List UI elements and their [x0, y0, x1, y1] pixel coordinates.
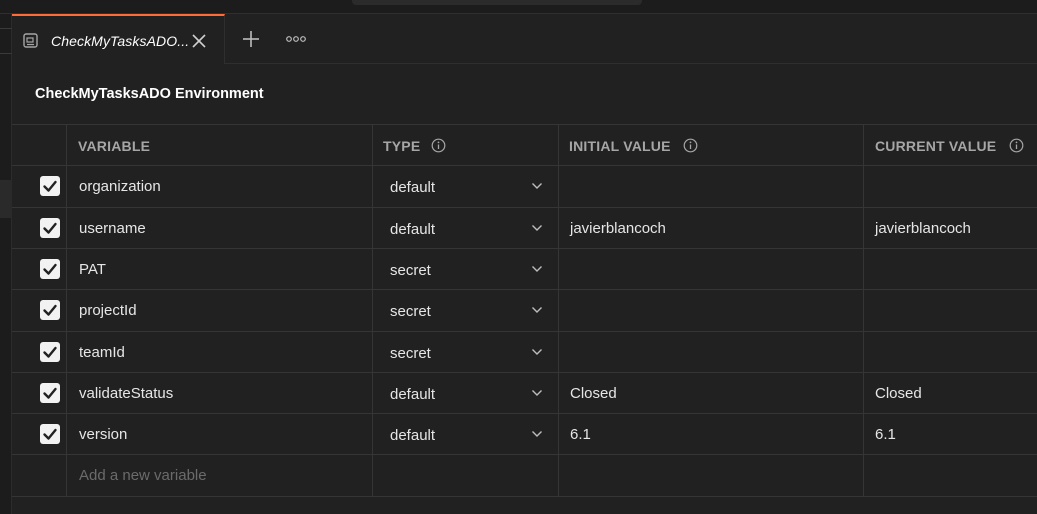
environment-icon — [23, 33, 38, 48]
new-variable-input[interactable]: Add a new variable — [67, 455, 372, 496]
variable-name[interactable]: username — [79, 220, 146, 237]
table-border — [12, 496, 1037, 497]
table-row: version default 6.1 6.1 — [12, 414, 1037, 455]
checkmark-icon — [43, 346, 57, 358]
sidebar-item[interactable] — [0, 28, 12, 54]
info-icon[interactable] — [431, 138, 446, 153]
current-value-field[interactable] — [864, 332, 1037, 373]
type-value: default — [390, 427, 436, 444]
current-value: Closed — [875, 385, 922, 402]
environment-title[interactable]: CheckMyTasksADO Environment — [35, 86, 264, 102]
initial-value-field[interactable] — [559, 290, 863, 331]
type-value: default — [390, 179, 436, 196]
enabled-checkbox[interactable] — [40, 383, 60, 403]
title-strip — [0, 0, 1037, 14]
chevron-down-icon — [532, 431, 542, 437]
type-value: secret — [390, 262, 431, 279]
chevron-down-icon — [532, 390, 542, 396]
type-value: secret — [390, 303, 431, 320]
current-value: 6.1 — [875, 426, 896, 443]
tab-bar: CheckMyTasksADO... — [12, 14, 1037, 64]
tab-environment[interactable]: CheckMyTasksADO... — [12, 14, 225, 64]
table-row: PAT secret — [12, 249, 1037, 290]
checkmark-icon — [43, 428, 57, 440]
new-variable-row: Add a new variable — [12, 455, 1037, 496]
info-icon[interactable] — [1009, 138, 1024, 153]
initial-value-field[interactable] — [559, 249, 863, 290]
checkmark-icon — [43, 180, 57, 192]
checkmark-icon — [43, 263, 57, 275]
chevron-down-icon — [532, 183, 542, 189]
environment-editor: CheckMyTasksADO... CheckMyTasksADO Envir… — [0, 0, 1037, 514]
initial-value-field[interactable]: 6.1 — [559, 414, 863, 455]
search-bar-edge[interactable] — [352, 0, 642, 5]
current-value: javierblancoch — [875, 220, 971, 237]
variable-name[interactable]: PAT — [79, 261, 106, 278]
column-header-current-value: CURRENT VALUE — [875, 138, 997, 154]
type-select[interactable]: secret — [373, 332, 558, 373]
type-select[interactable]: default — [373, 373, 558, 414]
column-header-type: TYPE — [383, 138, 421, 154]
enabled-checkbox[interactable] — [40, 300, 60, 320]
enabled-checkbox[interactable] — [40, 342, 60, 362]
chevron-down-icon — [532, 349, 542, 355]
table-border — [12, 124, 1037, 125]
enabled-checkbox[interactable] — [40, 424, 60, 444]
info-icon[interactable] — [683, 138, 698, 153]
checkmark-icon — [43, 387, 57, 399]
initial-value-field[interactable]: javierblancoch — [559, 208, 863, 249]
variable-name[interactable]: projectId — [79, 302, 137, 319]
current-value-field[interactable] — [864, 249, 1037, 290]
variable-name[interactable]: teamId — [79, 344, 125, 361]
type-select[interactable]: default — [373, 414, 558, 455]
type-value: default — [390, 221, 436, 238]
type-value: default — [390, 386, 436, 403]
current-value-field[interactable]: javierblancoch — [864, 208, 1037, 249]
chevron-down-icon — [532, 307, 542, 313]
enabled-checkbox[interactable] — [40, 218, 60, 238]
table-row: username default javierblancoch javierbl… — [12, 208, 1037, 249]
table-row: organization default — [12, 166, 1037, 207]
enabled-checkbox[interactable] — [40, 176, 60, 196]
column-header-initial-value: INITIAL VALUE — [569, 138, 671, 154]
initial-value: Closed — [570, 385, 617, 402]
column-header-variable: VARIABLE — [78, 138, 151, 154]
type-select[interactable]: secret — [373, 290, 558, 331]
chevron-down-icon — [532, 266, 542, 272]
enabled-checkbox[interactable] — [40, 259, 60, 279]
variables-table: VARIABLE TYPE INITIAL VALUE CURRENT VALU… — [12, 124, 1037, 514]
checkmark-icon — [43, 304, 57, 316]
current-value-field[interactable] — [864, 166, 1037, 207]
chevron-down-icon — [532, 225, 542, 231]
initial-value-field[interactable] — [559, 166, 863, 207]
current-value-field[interactable]: 6.1 — [864, 414, 1037, 455]
variable-name[interactable]: validateStatus — [79, 385, 173, 402]
left-sidebar-edge — [0, 14, 12, 514]
type-value: secret — [390, 345, 431, 362]
variable-name[interactable]: organization — [79, 178, 161, 195]
current-value-field[interactable]: Closed — [864, 373, 1037, 414]
variable-name[interactable]: version — [79, 426, 127, 443]
initial-value-field[interactable] — [559, 332, 863, 373]
type-select[interactable]: default — [373, 166, 558, 207]
table-row: projectId secret — [12, 290, 1037, 331]
new-variable-placeholder: Add a new variable — [79, 467, 207, 484]
type-select[interactable]: default — [373, 208, 558, 249]
more-options-icon[interactable] — [285, 32, 307, 46]
checkmark-icon — [43, 222, 57, 234]
plus-icon[interactable] — [241, 29, 261, 49]
tab-title: CheckMyTasksADO... — [51, 33, 190, 49]
table-row: teamId secret — [12, 332, 1037, 373]
sidebar-item-selected[interactable] — [0, 180, 12, 218]
initial-value-field[interactable]: Closed — [559, 373, 863, 414]
type-select[interactable]: secret — [373, 249, 558, 290]
initial-value: javierblancoch — [570, 220, 666, 237]
initial-value: 6.1 — [570, 426, 591, 443]
current-value-field[interactable] — [864, 290, 1037, 331]
close-icon[interactable] — [190, 32, 208, 50]
table-row: validateStatus default Closed Closed — [12, 373, 1037, 414]
